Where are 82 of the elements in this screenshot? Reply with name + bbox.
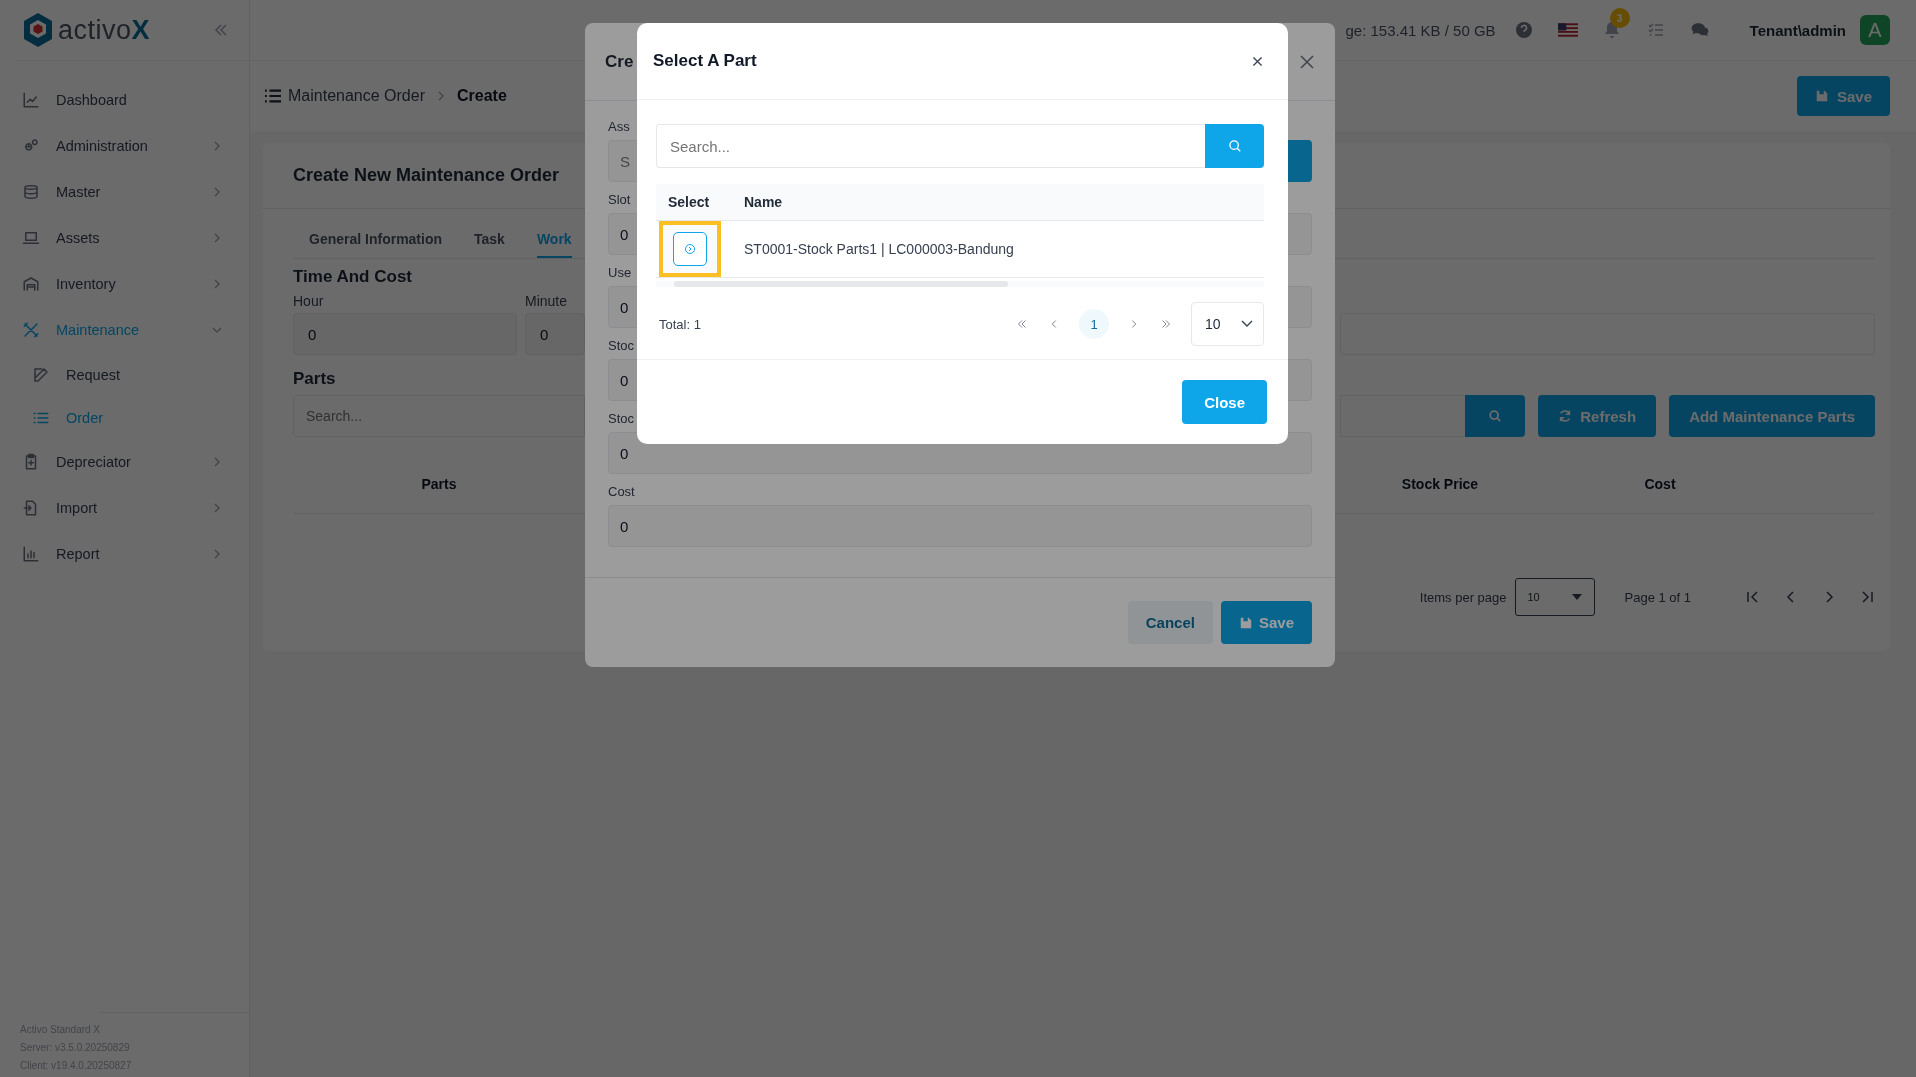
nav-item[interactable]: Depreciator bbox=[0, 439, 249, 485]
nav-item[interactable]: Report bbox=[0, 531, 249, 577]
collapse-icon[interactable] bbox=[213, 22, 229, 38]
total-count: Total: 1 bbox=[659, 316, 701, 332]
chevron-down-icon bbox=[1241, 320, 1253, 328]
search-icon bbox=[1227, 139, 1242, 153]
tab[interactable]: Work bbox=[536, 221, 572, 258]
column-header: Select bbox=[667, 194, 711, 210]
tab[interactable]: Task bbox=[474, 221, 505, 258]
close-button[interactable]: Close bbox=[1182, 380, 1267, 424]
brand-name: activoX bbox=[58, 14, 151, 46]
first-page-icon[interactable] bbox=[1015, 317, 1029, 331]
column-header: Parts bbox=[420, 476, 458, 492]
chart-icon bbox=[22, 91, 40, 109]
search-icon bbox=[1488, 409, 1503, 423]
input-field[interactable]: 0 bbox=[293, 313, 517, 355]
table-cell-text: ST0001-Stock Parts1 | LC000003-Bandung bbox=[744, 241, 1015, 257]
nav-item[interactable]: Dashboard bbox=[0, 77, 249, 123]
field-label: Cost bbox=[608, 483, 635, 501]
list-icon bbox=[264, 88, 282, 104]
section-heading: Time And Cost bbox=[293, 267, 413, 287]
field-label: Stoc bbox=[608, 410, 634, 428]
bar-chart-icon bbox=[22, 545, 40, 563]
add-parts-button[interactable]: Add Maintenance Parts bbox=[1669, 395, 1875, 437]
dialog-title: Cre bbox=[605, 51, 634, 72]
dialog-title: Select A Part bbox=[653, 51, 757, 71]
last-page-icon[interactable] bbox=[1859, 589, 1875, 605]
search-field[interactable]: Search... bbox=[293, 395, 585, 437]
search-button[interactable] bbox=[1465, 395, 1526, 437]
page-size-select[interactable]: 10 bbox=[1514, 578, 1595, 616]
tools-icon bbox=[22, 321, 40, 339]
user-name[interactable]: Tenant\admin bbox=[1749, 21, 1846, 39]
breadcrumb-item: Create bbox=[456, 87, 507, 105]
laptop-icon bbox=[22, 229, 40, 247]
save-button[interactable]: Save bbox=[1220, 601, 1312, 644]
storage-usage: ge: 153.41 KB / 50 GB bbox=[1345, 21, 1496, 39]
help-icon[interactable] bbox=[1513, 20, 1534, 40]
nav-item[interactable]: Administration bbox=[0, 123, 249, 169]
nav-item[interactable]: Import bbox=[0, 485, 249, 531]
field-label: Hour bbox=[293, 293, 325, 309]
select-button[interactable] bbox=[673, 232, 707, 266]
edit-icon bbox=[32, 365, 50, 384]
input-field[interactable]: 0 bbox=[608, 505, 1312, 547]
nav-item[interactable]: Maintenance bbox=[0, 307, 249, 353]
field-label: Stoc bbox=[608, 337, 634, 355]
breadcrumb-item[interactable]: Maintenance Order bbox=[288, 87, 425, 105]
column-header: Cost bbox=[1643, 476, 1677, 492]
nav-item[interactable]: Assets bbox=[0, 215, 249, 261]
field-label: Minute bbox=[525, 293, 569, 309]
search-field[interactable]: Search... bbox=[656, 124, 1205, 168]
section-heading: Parts bbox=[293, 369, 337, 389]
save-button[interactable]: Save bbox=[1796, 76, 1890, 116]
caret-icon bbox=[1571, 594, 1582, 600]
column-header: Name bbox=[744, 194, 784, 210]
input-field[interactable]: 0 bbox=[525, 313, 585, 355]
warehouse-icon bbox=[22, 275, 40, 293]
logo-icon bbox=[22, 12, 54, 48]
first-page-icon[interactable] bbox=[1745, 589, 1761, 605]
notification-badge: 3 bbox=[1609, 8, 1630, 28]
field-label: Ass bbox=[608, 118, 630, 136]
page-size-select[interactable]: 10 bbox=[1191, 302, 1264, 346]
nav-subitem[interactable]: Request bbox=[0, 353, 249, 396]
items-per-page-label: Items per page bbox=[1419, 589, 1507, 605]
scrollbar[interactable] bbox=[656, 281, 1264, 287]
avatar[interactable]: A bbox=[1860, 15, 1890, 45]
close-icon[interactable] bbox=[1251, 54, 1264, 68]
nav-item[interactable]: Inventory bbox=[0, 261, 249, 307]
cancel-button[interactable]: Cancel bbox=[1127, 601, 1213, 644]
tab[interactable]: General Information bbox=[309, 221, 443, 258]
column-header: Stock Price bbox=[1400, 476, 1480, 492]
refresh-button[interactable]: Refresh bbox=[1538, 395, 1657, 437]
nav-item[interactable]: Master bbox=[0, 169, 249, 215]
page-button[interactable]: 1 bbox=[1079, 309, 1109, 339]
field-label: Slot bbox=[608, 191, 631, 209]
page-info: Page 1 of 1 bbox=[1624, 589, 1691, 605]
nav-subitem[interactable]: Order bbox=[0, 396, 249, 439]
database-icon bbox=[22, 183, 40, 201]
refresh-icon bbox=[1558, 409, 1573, 423]
flag-icon[interactable] bbox=[1557, 23, 1578, 37]
last-page-icon[interactable] bbox=[1159, 317, 1173, 331]
form-title: Create New Maintenance Order bbox=[293, 165, 560, 186]
field-label: Use bbox=[608, 264, 632, 282]
